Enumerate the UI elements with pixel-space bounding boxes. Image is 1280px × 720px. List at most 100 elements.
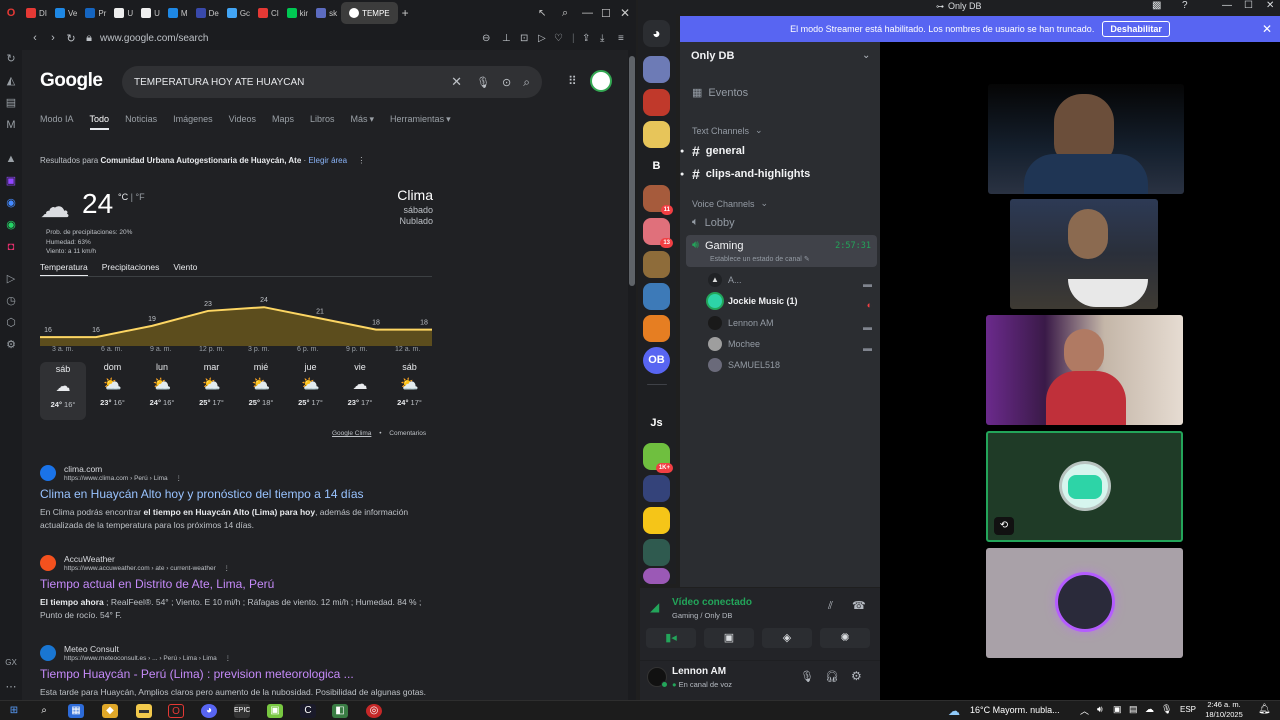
soundboard-button[interactable]: ✺: [820, 628, 870, 648]
tab[interactable]: Cl: [254, 2, 283, 24]
server-js[interactable]: Js: [643, 410, 670, 437]
forecast-day[interactable]: mar ⛅ 25° 17°: [189, 362, 235, 407]
tray-icon[interactable]: ▣: [1113, 704, 1122, 715]
language[interactable]: ESP: [1180, 705, 1196, 714]
server-icon[interactable]: [643, 251, 670, 278]
server-icon[interactable]: [643, 283, 670, 310]
forecast-day[interactable]: sáb ⛅ 24° 17°: [387, 362, 433, 407]
search-tab[interactable]: Noticias: [125, 114, 157, 130]
server-icon[interactable]: [643, 89, 670, 116]
result-title-link[interactable]: Tiempo Huaycán - Perú (Lima) : prevision…: [40, 667, 440, 681]
player-icon[interactable]: ▷: [4, 272, 18, 286]
chevron-up-icon[interactable]: ︿: [1080, 704, 1089, 717]
menu-icon[interactable]: ≡: [618, 33, 624, 44]
camera-button[interactable]: ▮◂: [646, 628, 696, 648]
apps-icon[interactable]: ⠿: [568, 74, 577, 88]
weather-tab[interactable]: Temperatura: [40, 262, 88, 277]
forecast-day[interactable]: jue ⛅ 25° 17°: [288, 362, 334, 407]
more-options-icon[interactable]: ⋮: [357, 156, 365, 165]
twitch-icon[interactable]: ▣: [4, 174, 18, 188]
tab[interactable]: DI: [22, 2, 51, 24]
clear-icon[interactable]: ✕: [451, 74, 462, 90]
taskbar-weather[interactable]: 16°C Mayorm. nubla...: [970, 705, 1060, 715]
chevron-down-icon[interactable]: ⌄: [862, 50, 870, 61]
whatsapp-icon[interactable]: ◉: [4, 218, 18, 232]
channel-general[interactable]: ● # general: [680, 143, 876, 159]
video-tile[interactable]: [986, 315, 1183, 425]
inbox-icon[interactable]: ▩: [1152, 0, 1161, 11]
m-icon[interactable]: M: [4, 118, 18, 132]
headphones-icon[interactable]: 🎧︎: [825, 670, 839, 683]
text-category[interactable]: Text Channels ⌄: [680, 125, 876, 136]
server-icon[interactable]: [643, 475, 670, 502]
forecast-day[interactable]: lun ⛅ 24° 16°: [139, 362, 185, 407]
server-icon[interactable]: 11: [643, 185, 673, 215]
scroll-thumb[interactable]: [629, 56, 635, 286]
new-tab-icon[interactable]: +: [402, 6, 409, 20]
server-icon[interactable]: [643, 539, 670, 566]
member-mochee[interactable]: Mochee: [708, 337, 760, 351]
clock[interactable]: 2:46 a. m. 18/10/2025: [1200, 700, 1248, 720]
mic-icon[interactable]: 🎙︎: [800, 670, 814, 683]
channel-clips[interactable]: ● # clips-and-highlights: [680, 166, 876, 182]
opera-logo-icon[interactable]: O: [4, 6, 18, 20]
server-icon[interactable]: [643, 121, 670, 148]
epic-games-icon[interactable]: EPIC: [234, 704, 250, 718]
server-icon[interactable]: 1K+: [643, 443, 673, 473]
close-banner-icon[interactable]: ✕: [1262, 22, 1272, 36]
opera-icon[interactable]: O: [168, 704, 184, 718]
minimize-icon[interactable]: —: [582, 7, 593, 19]
maximize-icon[interactable]: ☐: [601, 7, 611, 20]
video-tile-speaking[interactable]: ⟲: [986, 431, 1183, 542]
feedback-link[interactable]: Comentarios: [389, 430, 426, 437]
disable-streamer-button[interactable]: Deshabilitar: [1102, 21, 1170, 37]
discord-taskbar-icon[interactable]: ◕: [201, 704, 217, 718]
video-tile[interactable]: [1010, 199, 1158, 309]
gx-icon[interactable]: GX: [4, 656, 18, 670]
messenger-icon[interactable]: ◉: [4, 196, 18, 210]
google-logo[interactable]: Google: [40, 70, 103, 92]
video-tile[interactable]: [986, 548, 1183, 658]
tray-icon[interactable]: ▤: [1129, 704, 1138, 715]
search-icon[interactable]: ⌕: [523, 75, 530, 90]
search-tab[interactable]: Libros: [310, 114, 335, 130]
arrow-icon[interactable]: ▲: [4, 152, 18, 166]
maximize-icon[interactable]: ☐: [1244, 0, 1253, 11]
box-icon[interactable]: ▤: [4, 96, 18, 110]
server-icon[interactable]: [643, 315, 670, 342]
server-icon[interactable]: [643, 56, 670, 83]
gear-icon[interactable]: ⚙: [851, 669, 862, 683]
app-icon[interactable]: ◧: [332, 704, 348, 718]
instagram-icon[interactable]: ◘: [4, 240, 18, 254]
user-name[interactable]: Lennon AM: [672, 666, 726, 677]
unit-fahrenheit[interactable]: °F: [135, 192, 144, 202]
app-icon[interactable]: ◎: [366, 704, 382, 718]
pin-icon[interactable]: ⊥: [502, 33, 511, 44]
search-tab[interactable]: Todo: [89, 114, 110, 130]
explorer-icon[interactable]: ▬: [136, 704, 152, 718]
search-icon[interactable]: ⌕: [36, 704, 52, 718]
settings-icon[interactable]: ⚙: [4, 338, 18, 352]
forecast-day[interactable]: mié ⛅ 25° 18°: [238, 362, 284, 407]
wallet-icon[interactable]: ⇪: [582, 33, 590, 44]
search-box[interactable]: TEMPERATURA HOY ATE HUAYCAN ✕ 🎙︎ ⊙ ⌕: [122, 66, 542, 98]
volume-icon[interactable]: 🔊︎: [1097, 704, 1103, 715]
voice-category[interactable]: Voice Channels ⌄: [680, 198, 876, 209]
unit-toggle[interactable]: °C | °F: [118, 192, 145, 202]
page-scrollbar[interactable]: [628, 50, 636, 700]
search-tab[interactable]: Más: [351, 114, 368, 130]
app-icon[interactable]: C: [300, 704, 316, 718]
tab[interactable]: Gc: [223, 2, 254, 24]
result-source[interactable]: clima.com https://www.clima.com › Perú › …: [40, 464, 440, 482]
events-item[interactable]: ▦ Eventos: [680, 86, 876, 100]
reload-icon[interactable]: ↻: [62, 32, 80, 45]
forecast-day[interactable]: sáb ☁ 24° 16°: [40, 362, 86, 420]
search-tab[interactable]: Modo IA: [40, 114, 74, 130]
activity-button[interactable]: ◈: [762, 628, 812, 648]
tab[interactable]: Ve: [51, 2, 81, 24]
lens-icon[interactable]: ⊙: [502, 76, 511, 89]
result-source[interactable]: Meteo Consult https://www.meteoconsult.es…: [40, 644, 440, 662]
minimize-icon[interactable]: —: [1222, 0, 1232, 11]
server-b[interactable]: B: [643, 153, 670, 180]
tab[interactable]: Pr: [81, 2, 110, 24]
